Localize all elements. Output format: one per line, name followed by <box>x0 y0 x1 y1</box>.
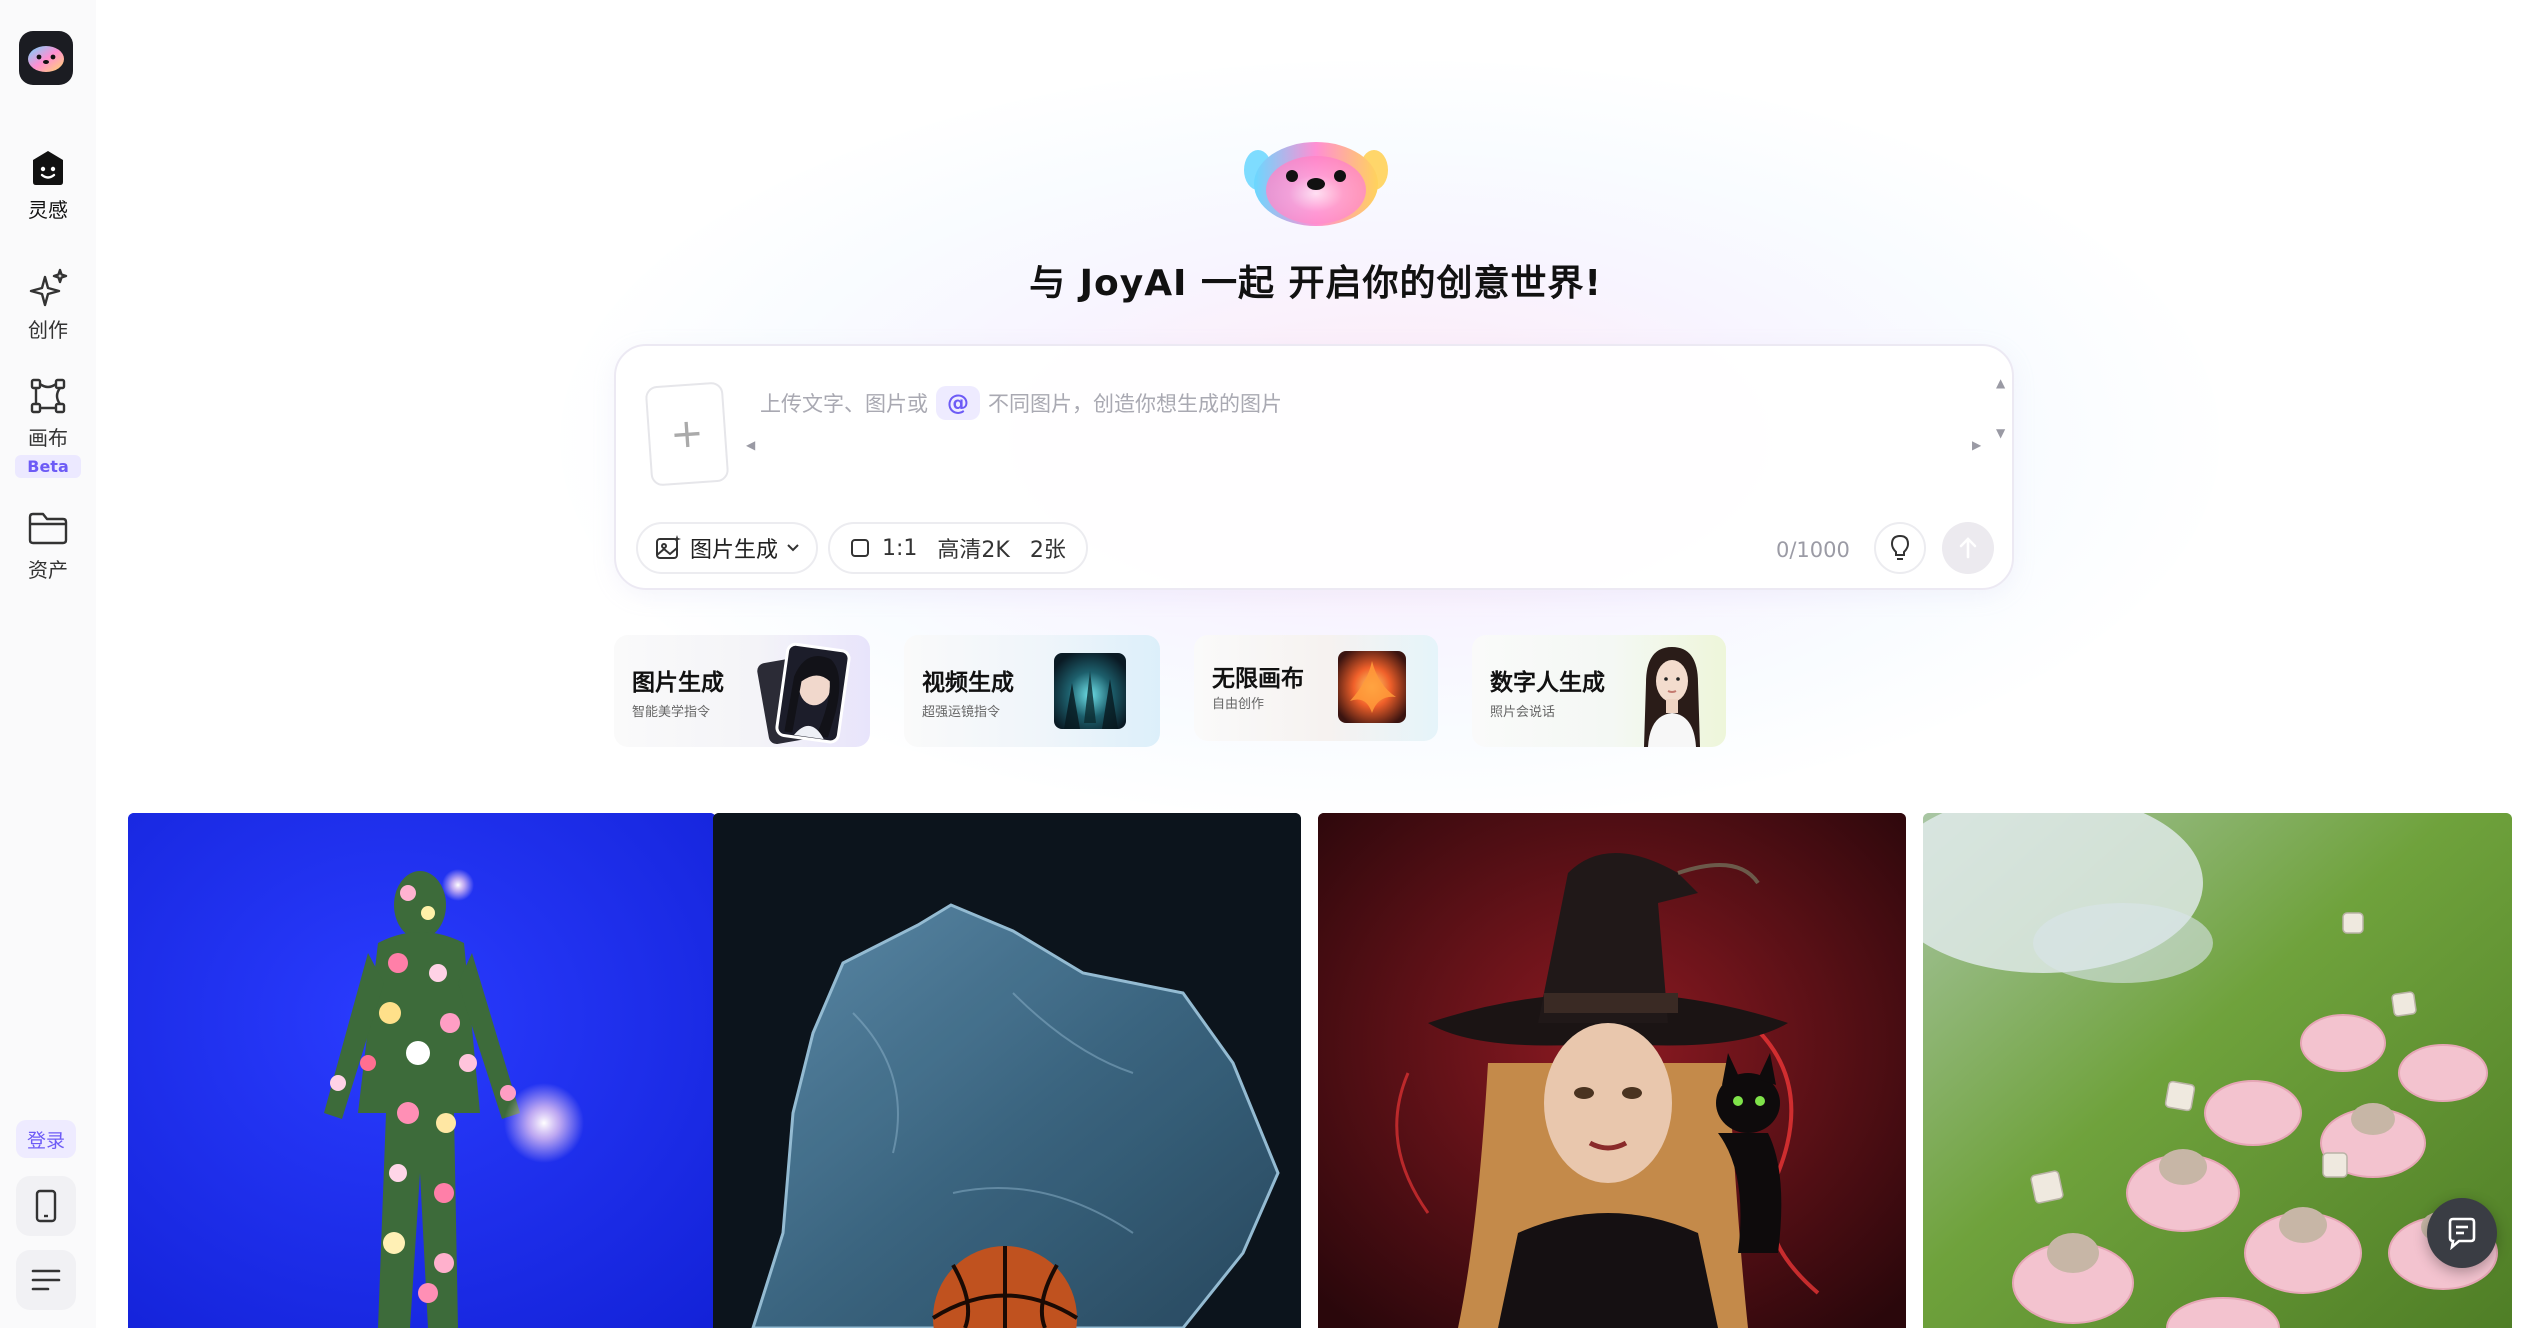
gallery-image-kittens-pawprints <box>1923 813 2512 1328</box>
scroll-left-icon[interactable]: ◀ <box>746 438 755 452</box>
generation-settings-button[interactable]: 1:1 高清2K 2张 <box>828 522 1088 574</box>
feature-title: 图片生成 <box>632 670 724 696</box>
gallery-item[interactable] <box>713 813 1301 1328</box>
chat-bubble-icon <box>2448 1217 2476 1250</box>
feature-thumbnail-forest <box>1054 653 1126 729</box>
feature-title: 视频生成 <box>922 670 1014 696</box>
gallery-item[interactable] <box>1318 813 1906 1328</box>
image-count-value: 2张 <box>1029 538 1066 563</box>
generation-mode-label: 图片生成 <box>690 538 779 563</box>
feedback-button[interactable] <box>2427 1198 2497 1268</box>
image-sparkle-icon <box>656 535 681 559</box>
prompt-card: + 上传文字、图片或 @ 不同图片，创造你想生成的图片 ▲ ▼ ◀ ▶ 图片生成 <box>614 344 2014 590</box>
feature-subtitle: 超强运镜指令 <box>922 705 1001 720</box>
folder-icon <box>26 506 70 550</box>
feature-thumbnail-phoenix <box>1338 651 1406 723</box>
login-button[interactable]: 登录 <box>16 1120 76 1158</box>
scroll-down-icon[interactable]: ▼ <box>1996 426 2005 440</box>
feature-subtitle: 照片会说话 <box>1490 705 1556 720</box>
feature-title: 数字人生成 <box>1490 670 1605 696</box>
gallery-item[interactable] <box>128 813 716 1328</box>
sidebar-item-label: 灵感 <box>28 198 68 222</box>
arrow-up-icon <box>1959 537 1977 559</box>
feature-subtitle: 智能美学指令 <box>632 705 711 720</box>
upload-image-button[interactable]: + <box>644 381 730 487</box>
feature-title: 无限画布 <box>1212 666 1304 692</box>
prompt-placeholder-before: 上传文字、图片或 <box>760 392 928 416</box>
inspiration-icon <box>26 146 70 190</box>
menu-icon <box>31 1269 61 1291</box>
phone-icon <box>35 1189 57 1223</box>
sidebar: 灵感 创作 画布 Beta 资产 登录 <box>0 0 96 1328</box>
plus-icon: + <box>668 409 706 459</box>
prompt-placeholder-after: 不同图片，创造你想生成的图片 <box>988 392 1282 416</box>
feature-thumbnail-woman <box>1644 647 1700 747</box>
joyai-mascot-icon <box>1244 142 1388 226</box>
send-button[interactable] <box>1942 522 1994 574</box>
gallery-image-flower-figure <box>128 813 716 1328</box>
chevron-down-icon <box>787 544 799 552</box>
feature-subtitle: 自由创作 <box>1212 697 1265 712</box>
sidebar-item-inspiration[interactable]: 灵感 <box>0 146 96 223</box>
beta-badge: Beta <box>15 455 81 478</box>
feature-card-video-generation[interactable]: 视频生成 超强运镜指令 <box>904 635 1160 747</box>
aspect-ratio-value: 1:1 <box>882 535 918 561</box>
feature-card-infinite-canvas[interactable]: 无限画布 自由创作 <box>1194 635 1438 741</box>
quality-value: 高清2K <box>937 538 1010 563</box>
aspect-ratio-icon <box>851 539 869 557</box>
menu-button[interactable] <box>16 1250 76 1310</box>
lightbulb-icon <box>1890 534 1910 560</box>
sidebar-item-label: 创作 <box>28 318 68 342</box>
sidebar-item-label: 资产 <box>28 558 68 582</box>
feature-thumbnail-portrait <box>757 642 851 745</box>
gallery-item[interactable] <box>1923 813 2512 1328</box>
feature-card-digital-human[interactable]: 数字人生成 照片会说话 <box>1472 635 1726 747</box>
feature-card-image-generation[interactable]: 图片生成 智能美学指令 <box>614 635 870 747</box>
mobile-app-button[interactable] <box>16 1176 76 1236</box>
sidebar-item-label: 画布 <box>28 426 68 450</box>
prompt-input[interactable]: 上传文字、图片或 @ 不同图片，创造你想生成的图片 <box>760 386 1282 420</box>
scroll-right-icon[interactable]: ▶ <box>1972 438 1981 452</box>
generation-mode-select[interactable]: 图片生成 <box>636 522 819 574</box>
prompt-tips-button[interactable] <box>1874 522 1926 574</box>
char-counter: 0/1000 <box>1776 538 1850 562</box>
at-mention-chip[interactable]: @ <box>936 386 980 420</box>
scroll-up-icon[interactable]: ▲ <box>1996 376 2005 390</box>
canvas-icon <box>26 374 70 418</box>
gallery-image-witch-cat <box>1318 813 1906 1328</box>
sidebar-item-canvas[interactable]: 画布 Beta <box>0 374 96 478</box>
app-logo[interactable] <box>19 31 73 85</box>
app-root: 灵感 创作 画布 Beta 资产 登录 与 JoyAI 一起 开启你的创意世界!… <box>0 0 2535 1328</box>
page-title: 与 JoyAI 一起 开启你的创意世界! <box>1029 263 1602 304</box>
sidebar-item-assets[interactable]: 资产 <box>0 506 96 583</box>
gallery-image-ice-basketball <box>713 813 1301 1328</box>
mascot-logo-icon <box>28 46 64 72</box>
